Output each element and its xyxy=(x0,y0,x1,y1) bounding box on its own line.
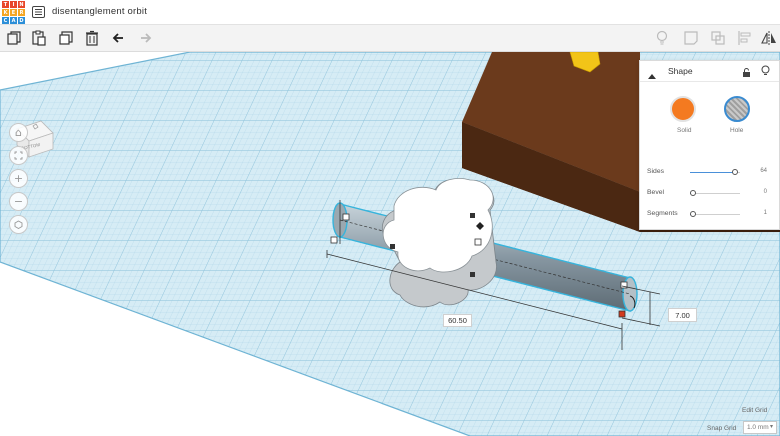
sides-slider[interactable] xyxy=(690,169,740,175)
sides-value[interactable]: 64 xyxy=(760,168,767,174)
align-icon[interactable] xyxy=(736,29,754,47)
shape-inspector: Shape Solid Hole Sides 64 Bevel 0 Segmen… xyxy=(639,60,780,230)
tinkercad-logo[interactable]: TIN KER CAD xyxy=(2,1,25,24)
workplane-viewport[interactable]: 60.50 7.00 BOTTOM ⌂ + − Shape Solid Hole… xyxy=(0,52,780,436)
top-bar: TIN KER CAD disentanglement orbit xyxy=(0,0,780,25)
logo-letter: I xyxy=(10,1,17,8)
solid-button[interactable] xyxy=(670,96,696,122)
light-bulb-icon[interactable] xyxy=(761,64,770,82)
solid-label: Solid xyxy=(677,127,692,134)
logo-letter: E xyxy=(10,9,17,16)
zoom-out-icon[interactable]: − xyxy=(9,192,28,211)
snap-grid-value: 1.0 mm xyxy=(747,424,769,431)
home-icon[interactable]: ⌂ xyxy=(9,123,28,142)
logo-letter: T xyxy=(2,1,9,8)
design-title[interactable]: disentanglement orbit xyxy=(52,6,147,17)
length-dimension-input[interactable]: 60.50 xyxy=(443,314,472,327)
copy-icon[interactable] xyxy=(5,29,23,47)
inspector-title: Shape xyxy=(668,66,693,76)
lock-icon[interactable] xyxy=(742,65,751,83)
fit-view-icon[interactable] xyxy=(9,146,28,165)
undo-icon[interactable] xyxy=(110,29,128,47)
logo-letter: K xyxy=(2,9,9,16)
design-list-icon[interactable] xyxy=(32,5,45,18)
hole-label: Hole xyxy=(730,127,744,134)
logo-letter: N xyxy=(18,1,25,8)
group-icon[interactable] xyxy=(709,29,727,47)
logo-letter: D xyxy=(18,17,25,24)
collapse-icon[interactable] xyxy=(648,67,656,85)
inspector-header: Shape xyxy=(640,61,779,82)
delete-icon[interactable] xyxy=(83,29,101,47)
logo-letter: R xyxy=(18,9,25,16)
snap-grid-label: Snap Grid xyxy=(707,425,737,432)
hole-button[interactable] xyxy=(724,96,750,122)
height-dimension-input[interactable]: 7.00 xyxy=(668,308,697,322)
logo-letter: C xyxy=(2,17,9,24)
bevel-label: Bevel xyxy=(647,189,665,196)
edit-grid-button[interactable]: Edit Grid xyxy=(742,407,767,414)
paste-icon[interactable] xyxy=(30,29,48,47)
mirror-icon[interactable] xyxy=(760,29,778,47)
zoom-in-icon[interactable]: + xyxy=(9,169,28,188)
segments-label: Segments xyxy=(647,210,678,217)
bevel-value[interactable]: 0 xyxy=(764,189,767,195)
chevron-down-icon: ▾ xyxy=(769,424,773,430)
segments-value[interactable]: 1 xyxy=(764,210,767,216)
note-icon[interactable] xyxy=(682,29,700,47)
toolbar xyxy=(0,25,780,52)
sides-label: Sides xyxy=(647,168,665,175)
perspective-icon[interactable] xyxy=(9,215,28,234)
redo-icon[interactable] xyxy=(136,29,154,47)
duplicate-icon[interactable] xyxy=(57,29,75,47)
segments-slider[interactable] xyxy=(690,211,740,217)
snap-grid-select[interactable]: 1.0 mm ▾ xyxy=(743,421,777,434)
logo-letter: A xyxy=(10,17,17,24)
light-bulb-icon[interactable] xyxy=(653,29,671,47)
bevel-slider[interactable] xyxy=(690,190,740,196)
